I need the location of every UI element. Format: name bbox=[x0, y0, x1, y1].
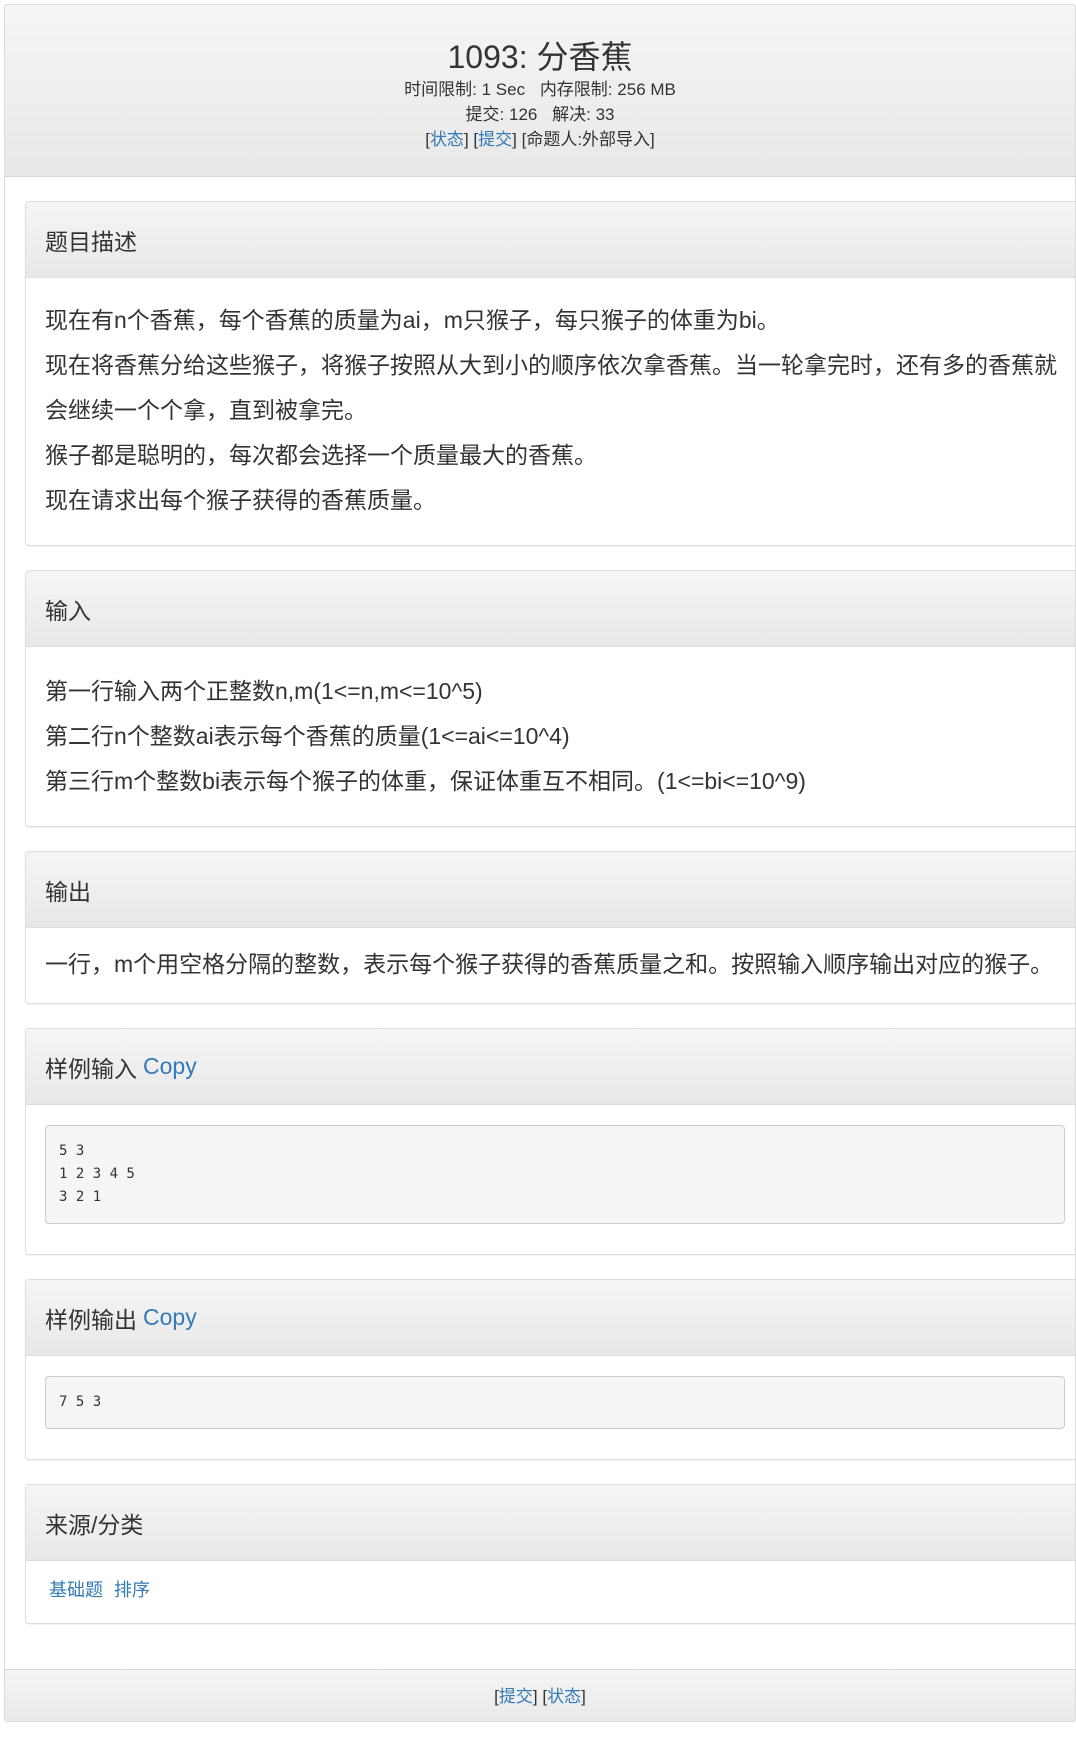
bracket: ] bbox=[512, 130, 517, 149]
footer-status-link[interactable]: 状态 bbox=[547, 1687, 581, 1706]
description-heading: 题目描述 bbox=[26, 202, 1075, 278]
description-body: 现在有n个香蕉，每个香蕉的质量为ai，m只猴子，每只猴子的体重为bi。 现在将香… bbox=[26, 278, 1075, 545]
output-heading-text: 输出 bbox=[45, 878, 91, 905]
author-text: [命题人:外部导入] bbox=[521, 130, 655, 149]
footer-submit-link[interactable]: 提交 bbox=[499, 1687, 533, 1706]
solved-value: 33 bbox=[595, 105, 615, 124]
source-panel: 来源/分类 基础题 排序 bbox=[25, 1484, 1075, 1624]
source-heading: 来源/分类 bbox=[26, 1485, 1075, 1561]
description-line: 现在有n个香蕉，每个香蕉的质量为ai，m只猴子，每只猴子的体重为bi。 bbox=[45, 307, 780, 333]
output-heading: 输出 bbox=[26, 852, 1075, 928]
sample-output-body: 7 5 3 bbox=[26, 1356, 1075, 1459]
problem-content: 题目描述 现在有n个香蕉，每个香蕉的质量为ai，m只猴子，每只猴子的体重为bi。… bbox=[5, 177, 1075, 1624]
sample-output-copy-button[interactable]: Copy bbox=[143, 1304, 197, 1331]
input-line: 第三行m个整数bi表示每个猴子的体重，保证体重互不相同。(1<=bi<=10^9… bbox=[45, 768, 806, 794]
sample-output-panel: 样例输出 Copy 7 5 3 bbox=[25, 1279, 1075, 1460]
input-body: 第一行输入两个正整数n,m(1<=n,m<=10^5) 第二行n个整数ai表示每… bbox=[26, 647, 1075, 826]
limits-line: 时间限制: 1 Sec 内存限制: 256 MB bbox=[5, 77, 1075, 102]
footer-bar: [提交] [状态] bbox=[5, 1669, 1075, 1721]
sample-input-heading-text: 样例输入 bbox=[45, 1055, 137, 1082]
output-body: 一行，m个用空格分隔的整数，表示每个猴子获得的香蕉质量之和。按照输入顺序输出对应… bbox=[26, 928, 1075, 1003]
memory-limit-value: 256 MB bbox=[617, 80, 676, 99]
submit-count-value: 126 bbox=[508, 105, 538, 124]
submit-link[interactable]: 提交 bbox=[478, 130, 512, 149]
input-line: 第一行输入两个正整数n,m(1<=n,m<=10^5) bbox=[45, 678, 483, 704]
status-link[interactable]: 状态 bbox=[430, 130, 464, 149]
solved-label: 解决: bbox=[552, 105, 591, 124]
submit-count-label: 提交: bbox=[465, 105, 505, 124]
source-body: 基础题 排序 bbox=[26, 1561, 1075, 1623]
time-limit-label: 时间限制: bbox=[404, 80, 477, 99]
input-line: 第二行n个整数ai表示每个香蕉的质量(1<=ai<=10^4) bbox=[45, 723, 570, 749]
bracket: ] bbox=[463, 130, 469, 149]
problem-header: 1093: 分香蕉 时间限制: 1 Sec 内存限制: 256 MB 提交: 1… bbox=[5, 5, 1075, 177]
source-heading-text: 来源/分类 bbox=[45, 1511, 144, 1538]
problem-page: 1093: 分香蕉 时间限制: 1 Sec 内存限制: 256 MB 提交: 1… bbox=[4, 4, 1076, 1722]
sample-output-code[interactable]: 7 5 3 bbox=[45, 1376, 1065, 1429]
sample-input-panel: 样例输入 Copy 5 3 1 2 3 4 5 3 2 1 bbox=[25, 1028, 1075, 1255]
sample-output-heading: 样例输出 Copy bbox=[26, 1280, 1075, 1356]
sample-output-heading-text: 样例输出 bbox=[45, 1306, 137, 1333]
sample-input-body: 5 3 1 2 3 4 5 3 2 1 bbox=[26, 1105, 1075, 1254]
output-text: 一行，m个用空格分隔的整数，表示每个猴子获得的香蕉质量之和。按照输入顺序输出对应… bbox=[45, 951, 1054, 977]
output-panel: 输出 一行，m个用空格分隔的整数，表示每个猴子获得的香蕉质量之和。按照输入顺序输… bbox=[25, 851, 1075, 1004]
description-heading-text: 题目描述 bbox=[45, 228, 137, 255]
header-links: [状态] [提交] [命题人:外部导入] bbox=[5, 127, 1075, 152]
tag-link[interactable]: 排序 bbox=[114, 1580, 150, 1600]
sample-input-copy-button[interactable]: Copy bbox=[143, 1053, 197, 1080]
bracket: ] bbox=[581, 1687, 586, 1706]
description-panel: 题目描述 现在有n个香蕉，每个香蕉的质量为ai，m只猴子，每只猴子的体重为bi。… bbox=[25, 201, 1075, 546]
sample-input-heading: 样例输入 Copy bbox=[26, 1029, 1075, 1105]
description-line: 猴子都是聪明的，每次都会选择一个质量最大的香蕉。 bbox=[45, 442, 597, 468]
description-line: 现在请求出每个猴子获得的香蕉质量。 bbox=[45, 487, 436, 513]
memory-limit-label: 内存限制: bbox=[539, 80, 613, 99]
time-limit-value: 1 Sec bbox=[481, 80, 526, 99]
input-heading-text: 输入 bbox=[45, 597, 91, 624]
input-heading: 输入 bbox=[26, 571, 1075, 647]
stats-line: 提交: 126 解决: 33 bbox=[5, 102, 1075, 127]
sample-input-code[interactable]: 5 3 1 2 3 4 5 3 2 1 bbox=[45, 1125, 1065, 1224]
page-title: 1093: 分香蕉 bbox=[447, 39, 633, 75]
description-line: 现在将香蕉分给这些猴子，将猴子按照从大到小的顺序依次拿香蕉。当一轮拿完时，还有多… bbox=[45, 352, 1057, 423]
input-panel: 输入 第一行输入两个正整数n,m(1<=n,m<=10^5) 第二行n个整数ai… bbox=[25, 570, 1075, 827]
tag-link[interactable]: 基础题 bbox=[49, 1580, 103, 1600]
bracket: ] bbox=[532, 1687, 538, 1706]
